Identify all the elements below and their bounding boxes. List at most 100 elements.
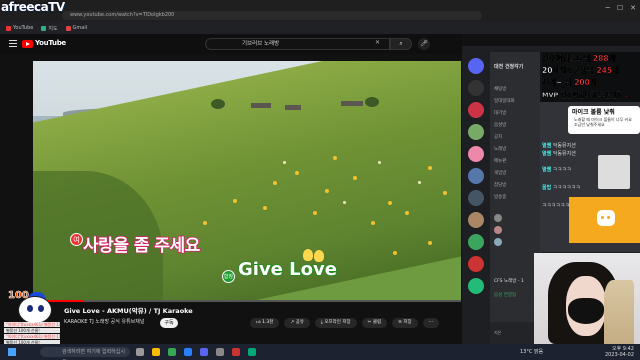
server-icon[interactable] — [468, 190, 484, 206]
taskbar-search[interactable]: 검색하려면 여기에 입력하십시오. — [40, 347, 130, 360]
donation-entry: 전준혁입니다님 288개 — [542, 54, 616, 63]
minimize-icon[interactable]: ─ — [606, 4, 610, 12]
save-button[interactable]: ≡ 저장 — [392, 318, 418, 328]
maximize-icon[interactable]: ☐ — [617, 4, 623, 12]
search-input[interactable]: 기브러브 노래방 — [205, 38, 390, 50]
server-icon[interactable] — [468, 256, 484, 272]
bookmark-maps[interactable]: 지도 — [41, 25, 58, 32]
singer-marker-chorus: 합창 — [222, 270, 235, 283]
chrome-icon[interactable] — [168, 348, 176, 356]
scene-flower — [203, 221, 207, 225]
channel-item[interactable]: 채팅방 — [494, 86, 506, 92]
avatar[interactable] — [494, 214, 502, 222]
search-button[interactable]: ⌕ — [390, 38, 412, 50]
close-icon[interactable]: ✕ — [630, 4, 636, 12]
cat-image[interactable] — [598, 155, 630, 189]
video-actions: 👍︎ 1.3천 ↗ 공유 ⤓ 오프라인 저장 ✂ 클립 ≡ 저장 ⋯ — [250, 318, 440, 328]
server-name[interactable]: 대전 건청각기 — [494, 63, 523, 70]
server-icon[interactable] — [468, 80, 484, 96]
singer-marker-female: 여 — [70, 233, 83, 246]
video-title: Give Love - AKMU(악뮤) / TJ Karaoke — [64, 307, 193, 315]
explore-icon[interactable] — [468, 278, 484, 294]
scene-flower — [343, 201, 346, 204]
address-bar[interactable]: www.youtube.com/watch?v=TlDoIgkb200 — [62, 11, 482, 20]
voice-room-label[interactable]: CFS 노래방 - 1 — [494, 278, 524, 284]
video-progress-bar[interactable] — [33, 300, 461, 302]
scene-flower — [443, 191, 447, 195]
channel-item[interactable]: 노래방 — [494, 146, 506, 152]
donation-entry: MVP 전준혁입니다 무한연장 ♪ — [542, 91, 630, 99]
server-icon[interactable] — [468, 212, 484, 228]
channel-item[interactable]: 공지 — [494, 134, 502, 140]
offline-save-button[interactable]: ⤓ 오프라인 저장 — [314, 318, 357, 328]
donation-entry: 20사회초년생님 245개 — [542, 66, 620, 75]
task-view-icon[interactable] — [136, 348, 144, 356]
scene-flower — [428, 241, 432, 245]
afreeca-logo: afreecaTV — [1, 0, 65, 14]
discord-app-icon[interactable] — [200, 348, 208, 356]
scene-flower — [428, 166, 432, 170]
notice-title: 마이크 볼륨 낮춰 — [572, 109, 615, 116]
video-player[interactable]: 여 사랑을 좀 주세요 합창 Give Love — [33, 61, 461, 302]
scene-flower — [378, 161, 381, 164]
chat-message: 꿀팁 ㅋㅋㅋㅋㅋㅋ — [542, 185, 581, 191]
bookmarks-bar: YouTube 지도 Gmail — [0, 22, 640, 34]
discord-home-icon[interactable] — [468, 58, 484, 74]
add-server-icon[interactable] — [468, 234, 484, 250]
screen: www.youtube.com/watch?v=TlDoIgkb200 ─ ☐ … — [0, 0, 640, 360]
youtube-logo-text[interactable]: YouTube — [35, 39, 66, 47]
server-icon[interactable] — [468, 168, 484, 184]
windows-start-icon[interactable] — [8, 348, 16, 356]
channel-item[interactable]: 잡담방 — [494, 182, 506, 188]
scene-tree — [365, 97, 379, 107]
avatar[interactable] — [494, 226, 502, 234]
server-icon[interactable] — [468, 124, 484, 140]
channel-item[interactable]: 메뉴판 — [494, 158, 506, 164]
mail-icon — [65, 25, 71, 31]
channel-item[interactable]: 일대일대화 — [494, 98, 515, 104]
donation-alert: "아이디"(tuxxx461) 별풍선 100개 선물! — [4, 322, 60, 327]
webcam-person-side — [604, 280, 634, 344]
bookmark-gmail[interactable]: Gmail — [65, 25, 87, 31]
youtube-logo-icon[interactable] — [22, 40, 33, 48]
weather-widget[interactable]: 13°C 맑음 — [520, 348, 543, 355]
microphone-icon[interactable]: 🎤︎ — [418, 38, 430, 50]
menu-icon[interactable] — [9, 40, 17, 47]
scene-flower — [371, 221, 375, 225]
more-button[interactable]: ⋯ — [422, 318, 440, 328]
bookmark-youtube[interactable]: YouTube — [6, 25, 33, 31]
mascot-eye — [38, 305, 44, 312]
channel-item[interactable]: 방송중 — [494, 194, 506, 200]
mascot-badge: 100 — [8, 290, 29, 302]
channel-item[interactable]: 음성방 — [494, 122, 506, 128]
scene-building — [285, 105, 301, 110]
scene-flower — [233, 199, 237, 203]
taskbar: 검색하려면 여기에 입력하십시오. 13°C 맑음 오후 9:42 2023-0… — [0, 344, 640, 360]
channel-item[interactable]: 대기방 — [494, 110, 506, 116]
youtube-header: YouTube 기브러브 노래방 ✕ ⌕ 🎤︎ — [0, 34, 462, 54]
app-icon[interactable] — [216, 348, 224, 356]
app-icon[interactable] — [232, 348, 240, 356]
server-icon[interactable] — [468, 102, 484, 118]
scene-flower — [325, 189, 329, 193]
like-button[interactable]: 👍︎ 1.3천 — [250, 318, 280, 328]
scene-flower — [333, 156, 337, 160]
afreeca-app-icon[interactable] — [184, 348, 192, 356]
notice-text: 노래할 때 마이크 볼륨이 너무 커요 조금만 낮춰주세요 — [574, 117, 632, 127]
share-button[interactable]: ↗ 공유 — [284, 318, 310, 328]
clock[interactable]: 오후 9:42 2023-04-02 — [605, 346, 634, 358]
scene-flower — [263, 206, 267, 210]
subscribe-button[interactable]: 구독 — [160, 318, 178, 328]
scene-flower — [273, 181, 277, 185]
channel-name[interactable]: KARAOKE TJ 노래방 공식 유튜브채널 — [64, 318, 144, 325]
server-icon[interactable] — [468, 146, 484, 162]
scene-flower — [353, 176, 357, 180]
channel-item[interactable]: 게임방 — [494, 170, 506, 176]
clear-search-icon[interactable]: ✕ — [375, 39, 380, 46]
mascot-eye — [27, 305, 33, 312]
avatar[interactable] — [494, 238, 502, 246]
clip-button[interactable]: ✂ 클립 — [361, 318, 388, 328]
file-explorer-icon[interactable] — [152, 348, 160, 356]
app-icon[interactable] — [248, 348, 256, 356]
donation-entry: 사리~ 님 200개 — [542, 78, 597, 87]
